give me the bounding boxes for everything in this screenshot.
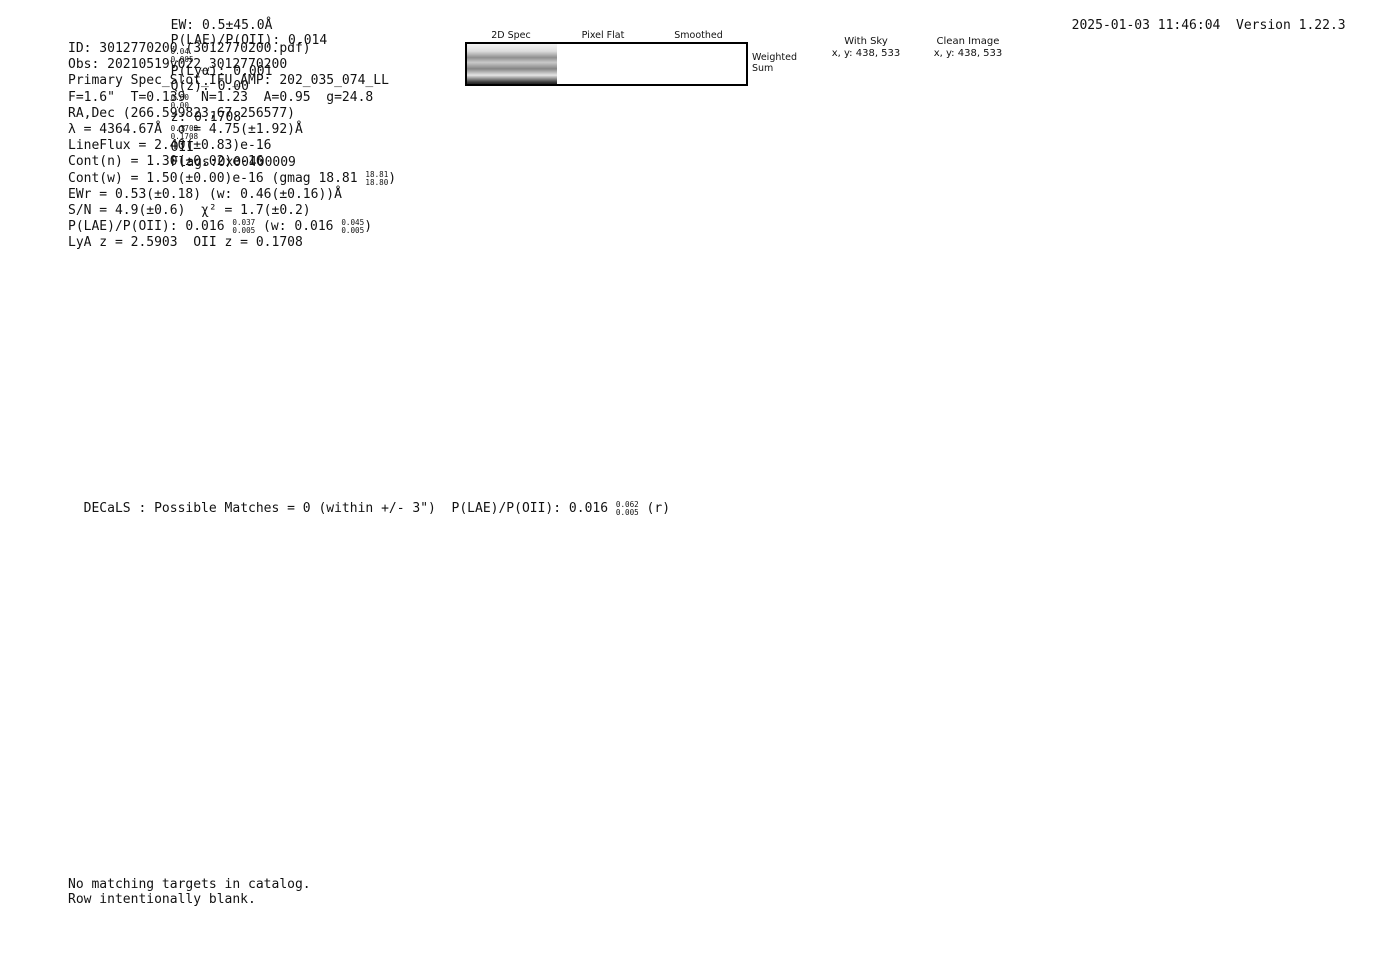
report-datetime: 2025-01-03 11:46:04 — [1071, 18, 1221, 33]
ew-value: EW: 0.5±45.0Å — [170, 18, 273, 33]
plae-range-2: 0.045 0.005 — [341, 218, 365, 236]
elixer-report-page: { "header": { "ew": "EW: 0.5±45.0Å", "pl… — [0, 0, 1400, 953]
with-sky-title: With Sky — [844, 36, 888, 47]
info-radec: RA,Dec (266.599823,67.256577) — [68, 105, 295, 121]
gmag-range: 18.81 18.80 — [365, 169, 389, 187]
footer-blank-row: Row intentionally blank. — [68, 892, 256, 907]
clean-image-title: Clean Image — [936, 36, 1000, 47]
info-id: ID: 3012770200 (3012770200.pdf) — [68, 41, 311, 56]
info-lineflux: LineFlux = 2.40(±0.83)e-16 — [68, 138, 272, 154]
footer-no-match: No matching targets in catalog. — [68, 877, 311, 892]
emission-line-labels — [60, 264, 1340, 344]
info-redshifts: LyA z = 2.5903 OII z = 0.1708 — [68, 235, 303, 251]
plae-range-1: 0.037 0.005 — [232, 218, 256, 236]
weighted-sum-label: Weighted Sum — [752, 52, 797, 74]
info-cont-w: Cont(w) = 1.50(±0.00)e-16 (gmag 18.81 18… — [68, 169, 397, 187]
info-lambda-sigma: λ = 4364.67Å σ = 4.75(±1.92)Å — [68, 122, 303, 138]
weighted-2dspec-image — [467, 44, 557, 84]
decals-match-line: DECaLS : Possible Matches = 0 (within +/… — [83, 500, 671, 517]
weighted-sum-row — [465, 42, 748, 86]
with-sky-xy: x, y: 438, 533 — [831, 48, 901, 59]
decals-plae-range: 0.062 0.005 — [615, 500, 639, 517]
detection-info-block: ID: 3012770200 (3012770200.pdf) Obs: 202… — [68, 41, 396, 252]
report-datetime-version: 2025-01-03 11:46:04 Version 1.22.3 — [1056, 3, 1346, 33]
info-cont-n: Cont(n) = 1.30(±0.02)e-16 — [68, 154, 264, 170]
info-sn-chi2: S/N = 4.9(±0.6) χ² = 1.7(±0.2) — [68, 203, 311, 219]
clean-image-xy: x, y: 438, 533 — [933, 48, 1003, 59]
col-header-pixelflat: Pixel Flat — [581, 30, 625, 41]
info-primary-amp: Primary Spec_Slot_IFU_AMP: 202_035_074_L… — [68, 73, 389, 89]
col-header-smoothed: Smoothed — [674, 30, 723, 41]
info-ewr: EWr = 0.53(±0.18) (w: 0.46(±0.16))Å — [68, 186, 342, 202]
info-seeing: F=1.6" T=0.139 N=1.23 A=0.95 g=24.8 — [68, 89, 374, 105]
report-version: Version 1.22.3 — [1236, 18, 1346, 33]
col-header-2dspec: 2D Spec — [491, 30, 531, 41]
info-plae-poii: P(LAE)/P(OII): 0.016 0.037 0.005 (w: 0.01… — [68, 218, 373, 236]
info-obs: Obs: 20210519v022_3012770200 — [68, 57, 288, 73]
